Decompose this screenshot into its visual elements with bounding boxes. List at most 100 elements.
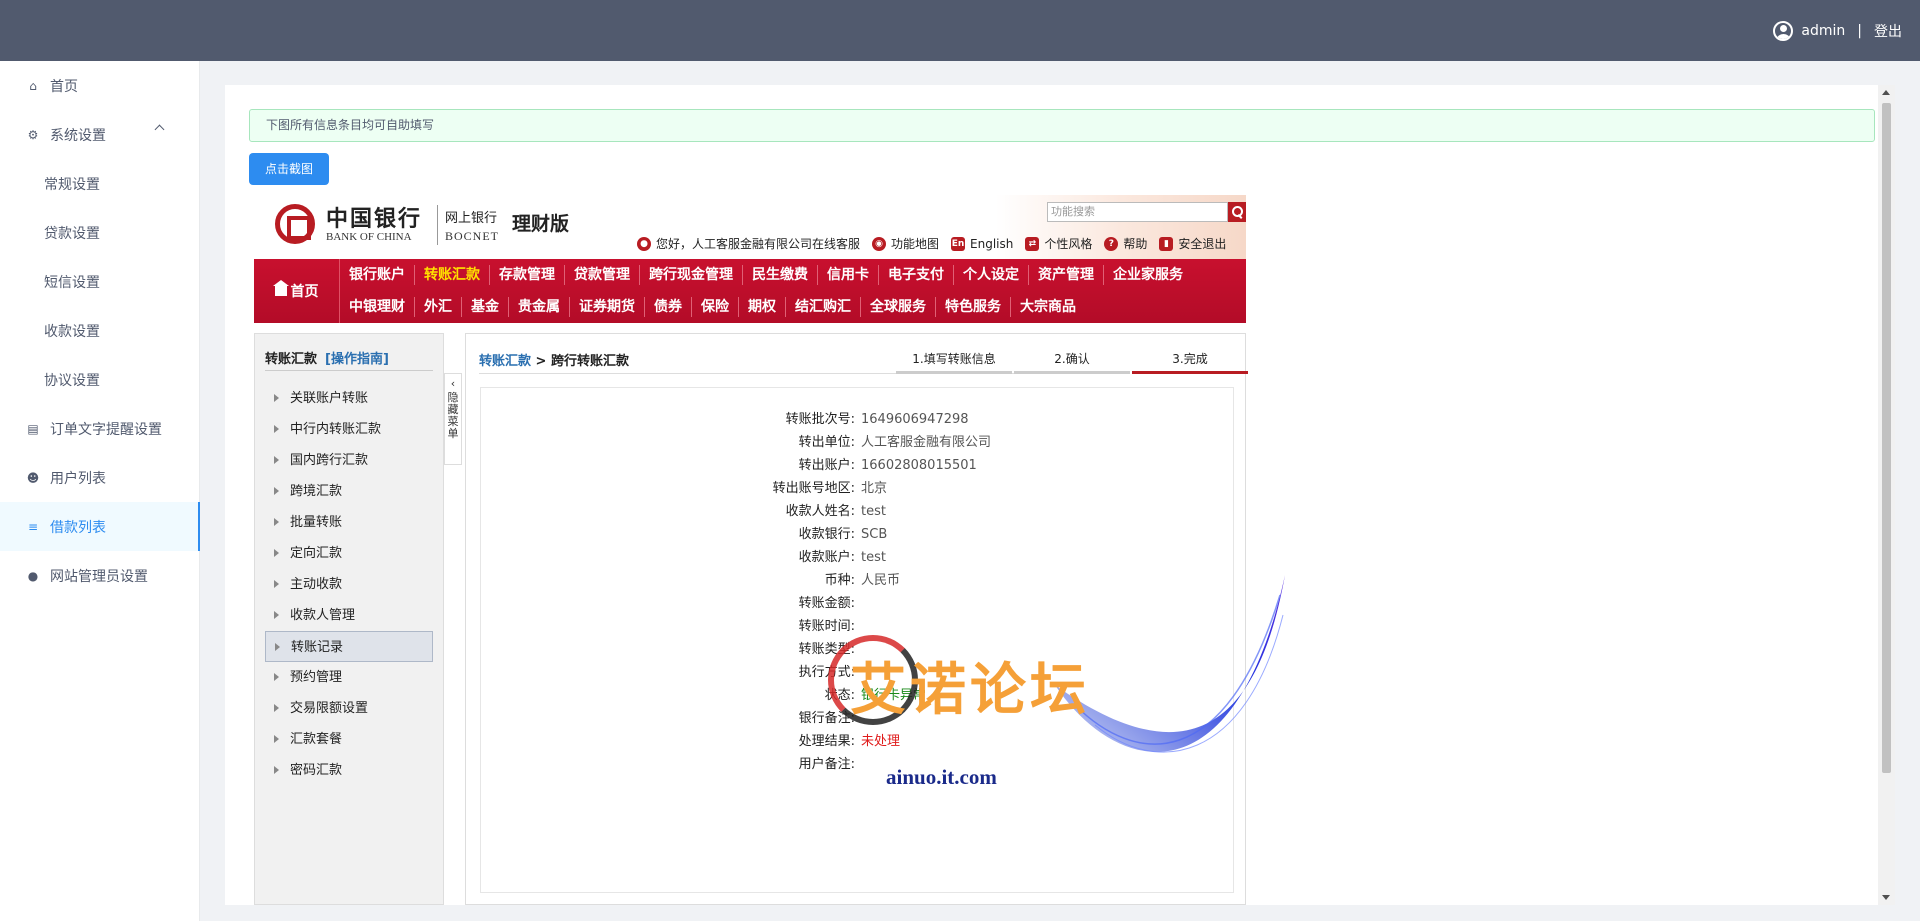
bank-search-input[interactable]: 功能搜索: [1047, 202, 1228, 222]
scroll-up-icon[interactable]: [1882, 90, 1890, 95]
operation-guide-link[interactable]: [操作指南]: [325, 352, 389, 367]
help-link[interactable]: ? 帮助: [1104, 235, 1147, 252]
sidebar-item-label: 借款列表: [50, 519, 106, 536]
nav-item[interactable]: 贷款管理: [564, 265, 639, 285]
nav-item[interactable]: 银行账户: [340, 265, 414, 285]
left-menu-item[interactable]: 批量转账: [265, 507, 433, 538]
screenshot-button[interactable]: 点击截图: [249, 153, 329, 185]
divider: [265, 370, 433, 371]
netbank-label-en: BOCNET: [445, 229, 499, 243]
left-menu-title: 转账汇款 [操作指南]: [265, 348, 389, 367]
left-menu-item[interactable]: 定向汇款: [265, 538, 433, 569]
detail-row: 收款人姓名: test: [481, 501, 1235, 523]
chevron-up-icon: [154, 124, 165, 135]
greeting-text: 您好，人工客服金融有限公司: [656, 237, 813, 251]
nav-item[interactable]: 外汇: [414, 297, 461, 317]
edition-label: 理财版: [512, 213, 570, 235]
scroll-thumb[interactable]: [1882, 103, 1891, 773]
sidebar-item-system-settings[interactable]: ⚙ 系统设置: [0, 110, 199, 159]
nav-item[interactable]: 个人设定: [953, 265, 1028, 285]
nav-item[interactable]: 基金: [461, 297, 508, 317]
english-link[interactable]: En English: [951, 236, 1013, 251]
safe-logout-label: 安全退出: [1178, 237, 1227, 251]
sidebar-item-order-text-reminder[interactable]: ▤ 订单文字提醒设置: [0, 404, 199, 453]
style-link[interactable]: ⇄ 个性风格: [1025, 235, 1092, 252]
function-map-link[interactable]: ◉ 功能地图: [872, 235, 939, 252]
left-menu-item[interactable]: 密码汇款: [265, 755, 433, 786]
sidebar-item-sms-settings[interactable]: 短信设置: [0, 257, 199, 306]
left-menu-item[interactable]: 国内跨行汇款: [265, 445, 433, 476]
left-menu-item[interactable]: 预约管理: [265, 662, 433, 693]
nav-row-2: 中银理财 外汇 基金 贵金属 证券期货 债券 保险 期权 结汇购汇 全球服务 特…: [340, 297, 1085, 317]
detail-row: 转账批次号: 1649606947298: [481, 409, 1235, 431]
field-label: 转出账户:: [798, 458, 855, 473]
nav-item[interactable]: 结汇购汇: [785, 297, 860, 317]
left-menu-item[interactable]: 关联账户转账: [265, 383, 433, 414]
home-icon: ⌂: [29, 78, 37, 93]
nav-item[interactable]: 特色服务: [935, 297, 1010, 317]
left-menu-item[interactable]: 交易限额设置: [265, 693, 433, 724]
scroll-down-icon[interactable]: [1882, 895, 1890, 900]
list-icon: ≡: [27, 519, 39, 534]
greeting: ● 您好，人工客服金融有限公司 在线客服: [637, 235, 860, 252]
nav-item[interactable]: 证券期货: [569, 297, 644, 317]
nav-item[interactable]: 资产管理: [1028, 265, 1103, 285]
left-menu-item[interactable]: 主动收款: [265, 569, 433, 600]
sidebar-item-payment-settings[interactable]: 收款设置: [0, 306, 199, 355]
gear-icon: ⚙: [27, 127, 39, 142]
search-icon[interactable]: [1228, 202, 1246, 222]
nav-item[interactable]: 中银理财: [340, 297, 414, 317]
sidebar-item-admin-settings[interactable]: ● 网站管理员设置: [0, 551, 199, 600]
nav-item[interactable]: 民生缴费: [742, 265, 817, 285]
sidebar: ⌂ 首页 ⚙ 系统设置 常规设置 贷款设置 短信设置 收款设置 协议设置 ▤ 订…: [0, 61, 200, 921]
detail-row: 转出账号地区: 北京: [481, 478, 1235, 500]
sidebar-item-agreement-settings[interactable]: 协议设置: [0, 355, 199, 404]
user-area: admin | 登出: [1773, 0, 1902, 61]
breadcrumb-link[interactable]: 转账汇款: [479, 354, 531, 369]
document-icon: ▤: [27, 421, 39, 436]
nav-item[interactable]: 存款管理: [489, 265, 564, 285]
sidebar-item-general-settings[interactable]: 常规设置: [0, 159, 199, 208]
user-avatar-icon[interactable]: [1773, 20, 1794, 41]
sidebar-item-home[interactable]: ⌂ 首页: [0, 61, 199, 110]
bank-header: 中国银行 BANK OF CHINA 网上银行 BOCNET 理财版 功能搜索 …: [254, 195, 1246, 259]
sidebar-item-loan-list[interactable]: ≡ 借款列表: [0, 502, 200, 551]
username[interactable]: admin: [1801, 23, 1845, 39]
hide-menu-tab[interactable]: ‹ 隐藏菜单: [444, 373, 462, 465]
bank-toolbar: ● 您好，人工客服金融有限公司 在线客服 ◉ 功能地图 En English ⇄…: [637, 235, 1238, 252]
nav-item[interactable]: 期权: [738, 297, 785, 317]
left-menu-item[interactable]: 中行内转账汇款: [265, 414, 433, 445]
nav-item[interactable]: 保险: [691, 297, 738, 317]
nav-item[interactable]: 企业家服务: [1103, 265, 1192, 285]
logout-link[interactable]: 登出: [1874, 21, 1902, 41]
online-service-link[interactable]: 在线客服: [812, 235, 860, 252]
sidebar-item-user-list[interactable]: ☻ 用户列表: [0, 453, 199, 502]
left-menu-item-selected[interactable]: 转账记录: [265, 631, 433, 662]
detail-row: 收款银行: SCB: [481, 524, 1235, 546]
vertical-scrollbar[interactable]: [1878, 85, 1895, 905]
field-value: 16602808015501: [861, 458, 977, 473]
detail-row: 转出账户: 16602808015501: [481, 455, 1235, 477]
left-menu-item[interactable]: 汇款套餐: [265, 724, 433, 755]
nav-item[interactable]: 电子支付: [878, 265, 953, 285]
watermark: 艾诺论坛 ainuo.it.com: [810, 575, 1290, 815]
nav-item[interactable]: 跨行现金管理: [639, 265, 742, 285]
nav-item[interactable]: 信用卡: [817, 265, 878, 285]
field-value: 1649606947298: [861, 412, 969, 427]
field-label: 转账批次号:: [785, 412, 855, 427]
bank-home-button[interactable]: 首页: [254, 259, 340, 323]
netbank-label-cn: 网上银行: [445, 211, 498, 226]
nav-item[interactable]: 债券: [644, 297, 691, 317]
nav-item[interactable]: 大宗商品: [1010, 297, 1085, 317]
field-label: 收款账户:: [798, 550, 855, 565]
hide-menu-label: 隐藏菜单: [447, 391, 459, 440]
sidebar-item-label: 订单文字提醒设置: [50, 421, 162, 438]
left-menu-item[interactable]: 跨境汇款: [265, 476, 433, 507]
nav-item[interactable]: 贵金属: [508, 297, 569, 317]
sidebar-item-loan-settings[interactable]: 贷款设置: [0, 208, 199, 257]
nav-item-current[interactable]: 转账汇款: [414, 265, 489, 285]
sidebar-item-label: 收款设置: [44, 323, 100, 340]
nav-item[interactable]: 全球服务: [860, 297, 935, 317]
left-menu-item[interactable]: 收款人管理: [265, 600, 433, 631]
safe-logout-link[interactable]: ▮ 安全退出: [1159, 235, 1226, 252]
